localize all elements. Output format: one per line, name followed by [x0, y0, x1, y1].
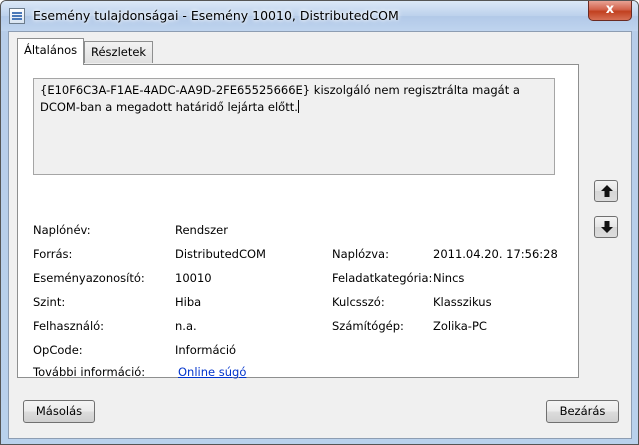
logged-label: Naplózva:	[332, 247, 389, 261]
log-name-value: Rendszer	[175, 223, 228, 237]
log-name-label: Naplónév:	[33, 223, 91, 237]
event-id-label: Eseményazonosító:	[33, 271, 145, 285]
level-label: Szint:	[33, 295, 66, 309]
logged-value: 2011.04.20. 17:56:28	[433, 247, 558, 261]
online-help-link[interactable]: Online súgó	[178, 365, 246, 379]
arrow-up-icon	[601, 185, 613, 197]
source-value: DistributedCOM	[175, 247, 266, 261]
close-button[interactable]: Bezárás	[546, 400, 619, 423]
previous-event-button[interactable]	[594, 180, 618, 202]
level-value: Hiba	[175, 295, 202, 309]
close-window-button[interactable]: x	[588, 1, 632, 21]
title-bar[interactable]: Esemény tulajdonságai - Esemény 10010, D…	[1, 1, 638, 31]
arrow-down-icon	[601, 221, 613, 233]
opcode-label: OpCode:	[33, 343, 83, 357]
keywords-value: Klasszikus	[433, 295, 492, 309]
window-title: Esemény tulajdonságai - Esemény 10010, D…	[33, 8, 399, 23]
dialog-client-area: Általános Részletek {E10F6C3A-F1AE-4ADC-…	[8, 31, 632, 439]
source-label: Forrás:	[33, 247, 73, 261]
tab-details[interactable]: Részletek	[84, 41, 154, 63]
user-value: n.a.	[175, 319, 197, 333]
task-category-label: Feladatkategória:	[332, 271, 433, 285]
keywords-label: Kulcsszó:	[332, 295, 385, 309]
next-event-button[interactable]	[594, 216, 618, 238]
event-description[interactable]: {E10F6C3A-F1AE-4ADC-AA9D-2FE65525666E} k…	[33, 78, 555, 175]
task-category-value: Nincs	[433, 271, 465, 285]
text-cursor	[297, 100, 299, 113]
tab-general[interactable]: Általános	[17, 38, 85, 65]
more-info-label: További információ:	[33, 365, 146, 379]
event-viewer-icon	[9, 8, 25, 24]
general-tab-panel: {E10F6C3A-F1AE-4ADC-AA9D-2FE65525666E} k…	[17, 64, 579, 379]
user-label: Felhasználó:	[33, 319, 105, 333]
event-description-text: {E10F6C3A-F1AE-4ADC-AA9D-2FE65525666E} k…	[40, 83, 520, 114]
computer-label: Számítógép:	[332, 319, 404, 333]
copy-button[interactable]: Másolás	[23, 400, 95, 423]
opcode-value: Információ	[175, 343, 237, 357]
event-id-value: 10010	[175, 271, 212, 285]
computer-value: Zolika-PC	[433, 319, 487, 333]
event-properties-window: Esemény tulajdonságai - Esemény 10010, D…	[0, 0, 639, 445]
